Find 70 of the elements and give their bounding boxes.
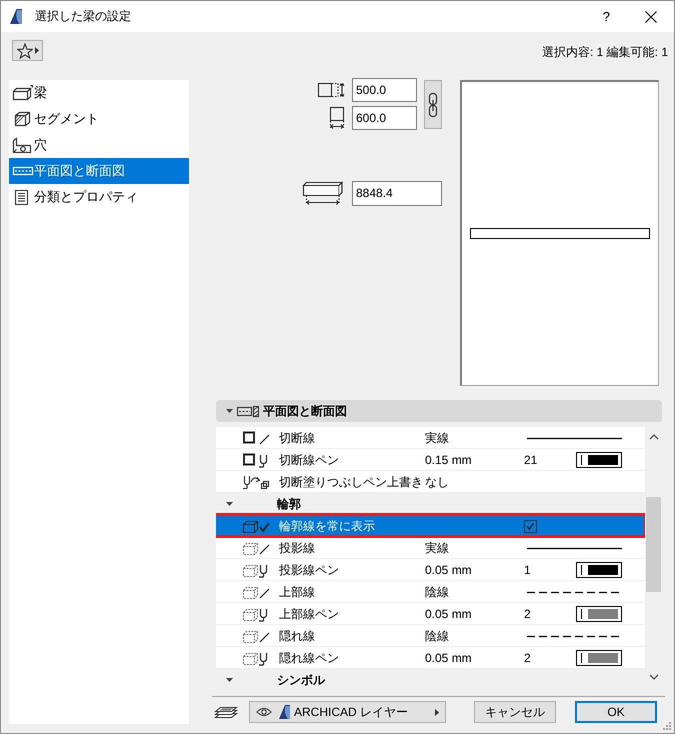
sidebar-item[interactable]: 分類とプロパティ — [9, 184, 189, 210]
property-row[interactable]: 上部線 陰線 — [216, 581, 645, 603]
property-value: 0.05 mm — [425, 607, 472, 621]
link-button[interactable] — [424, 80, 442, 129]
property-row[interactable]: 上部線ペン 0.05 mm 2 — [216, 603, 645, 625]
scroll-down-icon[interactable] — [648, 673, 658, 681]
scroll-up-icon[interactable] — [648, 433, 658, 441]
property-name: 切断線 — [279, 430, 315, 446]
chain-icon — [428, 92, 438, 118]
property-name: 隠れ線 — [279, 628, 315, 644]
sidebar-item[interactable]: セグメント — [9, 106, 189, 132]
property-value: 実線 — [425, 540, 449, 556]
pen-number: 2 — [524, 651, 531, 665]
property-name: 上部線 — [279, 584, 315, 600]
checkbox[interactable] — [524, 520, 537, 532]
sidebar-item[interactable]: 梁 — [9, 80, 189, 106]
property-row[interactable]: 投影線ペン 0.05 mm 1 — [216, 559, 645, 581]
pen-number: 1 — [524, 563, 531, 577]
length-dimension-icon — [302, 180, 343, 206]
property-value: 0.15 mm — [425, 453, 472, 467]
help-button[interactable]: ? — [600, 9, 612, 24]
property-row[interactable]: 輪郭線を常に表示 — [216, 515, 645, 537]
property-value: 陰線 — [425, 628, 449, 644]
height-field[interactable]: 500.0 — [352, 78, 417, 102]
height-dimension-icon — [317, 80, 345, 100]
property-row[interactable]: 切断線ペン 0.15 mm 21 — [216, 449, 645, 471]
property-value: 0.05 mm — [425, 563, 472, 577]
property-name: 切断線ペン — [279, 452, 339, 468]
star-menu-button[interactable] — [12, 40, 43, 61]
close-icon[interactable] — [645, 10, 657, 22]
app-logo-icon — [279, 705, 290, 719]
group-header-row[interactable]: 輪郭 — [216, 493, 645, 515]
width-field[interactable]: 600.0 — [352, 106, 417, 130]
property-value: なし — [425, 474, 449, 490]
ok-button[interactable]: OK — [575, 701, 657, 723]
star-icon — [17, 42, 33, 58]
section-header[interactable]: 平面図と断面図 — [216, 400, 662, 422]
sidebar-item[interactable]: 平面図と断面図 — [9, 158, 189, 184]
pen-number: 2 — [524, 607, 531, 621]
window-title: 選択した梁の設定 — [35, 8, 131, 25]
property-name: 切断塗りつぶしペン上書き — [279, 474, 423, 490]
caret-icon — [35, 47, 39, 54]
property-value: 0.05 mm — [425, 651, 472, 665]
group-header-row[interactable]: シンボル — [216, 669, 645, 691]
eye-icon — [256, 707, 272, 717]
box-icon — [12, 85, 34, 101]
hole-icon — [12, 137, 34, 153]
property-value: 実線 — [425, 430, 449, 446]
layers-icon — [214, 704, 238, 720]
width-dimension-icon — [329, 106, 345, 130]
property-name: 投影線 — [279, 540, 315, 556]
layer-dropdown[interactable]: ARCHICAD レイヤー — [249, 701, 446, 723]
sidebar-item[interactable]: 穴 — [9, 132, 189, 158]
property-row[interactable]: 隠れ線 陰線 — [216, 625, 645, 647]
property-row[interactable]: 切断線 実線 — [216, 427, 645, 449]
pen-number: 21 — [524, 453, 538, 467]
caret-icon — [435, 708, 439, 716]
resize-grip-icon — [663, 722, 671, 730]
property-value: 陰線 — [425, 584, 449, 600]
scrollbar-thumb[interactable] — [646, 497, 661, 592]
app-logo-icon — [10, 9, 22, 24]
property-name: 上部線ペン — [279, 606, 339, 622]
selection-info: 選択内容: 1 編集可能: 1 — [542, 44, 668, 61]
property-row[interactable]: 投影線 実線 — [216, 537, 645, 559]
length-field[interactable]: 8848.4 — [352, 180, 442, 206]
cancel-button[interactable]: キャンセル — [474, 701, 556, 723]
property-name: 輪郭線を常に表示 — [279, 518, 375, 534]
property-name: 隠れ線ペン — [279, 650, 339, 666]
dashed-rectangle-hatch-icon — [237, 404, 259, 418]
property-name: 投影線ペン — [279, 562, 339, 578]
